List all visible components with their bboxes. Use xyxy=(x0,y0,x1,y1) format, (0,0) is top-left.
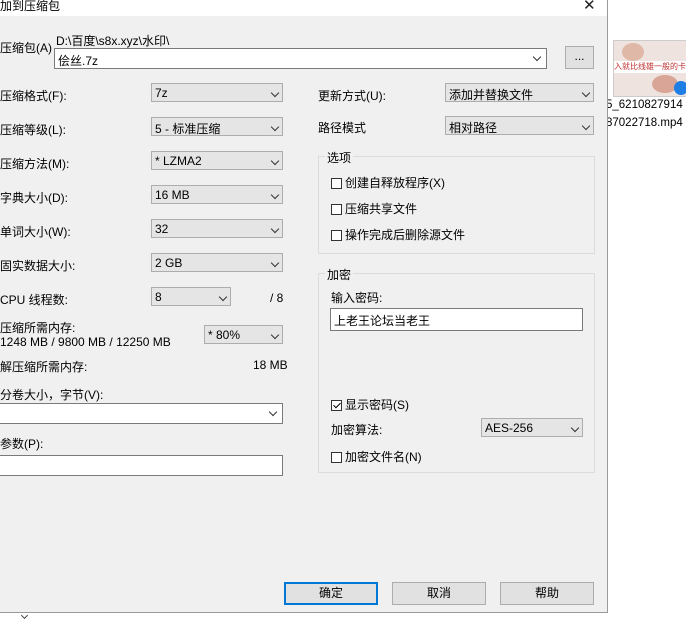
threads-select[interactable]: 8 xyxy=(151,287,231,306)
encrypt-names-label: 加密文件名(N) xyxy=(345,450,422,464)
browse-button[interactable]: ... xyxy=(565,46,594,69)
word-size-value: 32 xyxy=(155,222,169,236)
help-button[interactable]: 帮助 xyxy=(500,582,594,605)
format-select[interactable]: 7z xyxy=(151,83,283,102)
word-size-select[interactable]: 32 xyxy=(151,219,283,238)
chevron-down-icon xyxy=(270,224,280,234)
ok-button[interactable]: 确定 xyxy=(284,582,378,605)
sfx-checkbox[interactable]: 创建自释放程序(X) xyxy=(331,174,445,191)
dictionary-select[interactable]: 16 MB xyxy=(151,185,283,204)
edge-icon xyxy=(674,81,686,95)
memory-detail: 1248 MB / 9800 MB / 12250 MB xyxy=(0,335,171,349)
chevron-down-icon xyxy=(270,88,280,98)
chevron-down-icon xyxy=(20,611,29,620)
path-mode-select[interactable]: 相对路径 xyxy=(445,116,594,135)
decompress-memory-label: 解压缩所需内存: xyxy=(0,360,88,374)
add-to-archive-dialog: 加到压缩包 ✕ 压缩包(A) D:\百度\s8x.xyz\水印\ 侩丝.7z .… xyxy=(0,0,608,613)
format-label: 压缩格式(F): xyxy=(0,89,67,103)
archive-name-combo[interactable]: 侩丝.7z xyxy=(54,48,547,69)
checkbox-box[interactable] xyxy=(331,204,342,215)
chevron-down-icon xyxy=(270,122,280,132)
chevron-down-icon xyxy=(270,190,280,200)
level-label: 压缩等级(L): xyxy=(0,123,67,137)
shared-files-checkbox-label: 压缩共享文件 xyxy=(345,202,418,216)
checkbox-box[interactable] xyxy=(331,452,342,463)
password-label: 输入密码: xyxy=(331,291,383,305)
update-mode-label: 更新方式(U): xyxy=(318,89,386,103)
archive-name-value: 侩丝.7z xyxy=(58,54,99,68)
threads-max: / 8 xyxy=(270,291,284,305)
chevron-down-icon[interactable] xyxy=(532,52,542,62)
checkbox-box[interactable] xyxy=(331,230,342,241)
delete-after-checkbox-label: 操作完成后删除源文件 xyxy=(345,228,466,242)
solid-block-select[interactable]: 2 GB xyxy=(151,253,283,272)
file-name-line[interactable]: 5_6210827914 xyxy=(606,99,683,111)
window-title: 加到压缩包 xyxy=(0,0,61,13)
archive-label: 压缩包(A) xyxy=(0,41,52,55)
delete-after-checkbox[interactable]: 操作完成后删除源文件 xyxy=(331,226,465,243)
chevron-down-icon xyxy=(270,330,280,340)
dictionary-label: 字典大小(D): xyxy=(0,191,68,205)
video-thumbnail[interactable]: 入就比线雄一般的卡哥 xyxy=(613,40,686,97)
shared-files-checkbox[interactable]: 压缩共享文件 xyxy=(331,200,417,217)
cancel-button[interactable]: 取消 xyxy=(392,582,486,605)
encryption-group-title: 加密 xyxy=(325,266,354,283)
file-name-line[interactable]: 87022718.mp4 xyxy=(606,117,683,129)
chevron-down-icon xyxy=(581,88,591,98)
path-mode-value: 相对路径 xyxy=(449,121,498,135)
encryption-method-label: 加密算法: xyxy=(331,423,383,437)
chevron-down-icon xyxy=(570,423,580,433)
chevron-down-icon xyxy=(218,292,228,302)
solid-block-label: 固实数据大小: xyxy=(0,259,76,273)
encryption-method-select[interactable]: AES-256 xyxy=(481,418,583,437)
format-value: 7z xyxy=(155,86,168,100)
memory-label: 压缩所需内存: xyxy=(0,321,76,335)
params-input[interactable] xyxy=(0,455,283,476)
method-value: * LZMA2 xyxy=(155,154,202,168)
path-mode-label: 路径模式 xyxy=(318,121,367,135)
level-select[interactable]: 5 - 标准压缩 xyxy=(151,117,283,136)
memory-percent-select[interactable]: * 80% xyxy=(204,325,283,344)
solid-block-value: 2 GB xyxy=(155,256,183,270)
show-password-checkbox[interactable]: 显示密码(S) xyxy=(331,396,409,413)
threads-label: CPU 线程数: xyxy=(0,293,69,307)
method-label: 压缩方法(M): xyxy=(0,157,70,171)
sfx-checkbox-label: 创建自释放程序(X) xyxy=(345,176,445,190)
checkbox-box[interactable] xyxy=(331,178,342,189)
close-icon[interactable]: ✕ xyxy=(583,0,596,14)
decompress-memory-value: 18 MB xyxy=(253,358,288,372)
memory-percent-value: * 80% xyxy=(208,328,241,342)
chevron-down-icon xyxy=(270,156,280,166)
checkbox-box[interactable] xyxy=(331,400,342,411)
thumbnail-image-shape xyxy=(622,43,644,61)
params-label: 参数(P): xyxy=(0,437,44,451)
chevron-down-icon[interactable] xyxy=(268,407,278,417)
encryption-method-value: AES-256 xyxy=(485,421,534,435)
encrypt-names-checkbox[interactable]: 加密文件名(N) xyxy=(331,448,422,465)
dictionary-value: 16 MB xyxy=(155,188,190,202)
password-value: 上老王论坛当老王 xyxy=(334,314,431,328)
archive-path: D:\百度\s8x.xyz\水印\ xyxy=(56,34,170,48)
update-mode-value: 添加并替换文件 xyxy=(449,88,534,102)
volume-size-combo[interactable] xyxy=(0,403,283,424)
password-input[interactable]: 上老王论坛当老王 xyxy=(330,308,583,331)
level-value: 5 - 标准压缩 xyxy=(155,122,221,136)
threads-value: 8 xyxy=(155,290,162,304)
word-size-label: 单词大小(W): xyxy=(0,225,71,239)
method-select[interactable]: * LZMA2 xyxy=(151,151,283,170)
chevron-down-icon xyxy=(270,258,280,268)
chevron-down-icon xyxy=(581,121,591,131)
update-mode-select[interactable]: 添加并替换文件 xyxy=(445,83,594,102)
options-group-title: 选项 xyxy=(325,149,354,166)
show-password-label: 显示密码(S) xyxy=(345,398,409,412)
thumbnail-caption: 入就比线雄一般的卡哥 xyxy=(614,61,686,73)
title-bar: 加到压缩包 ✕ xyxy=(0,0,607,16)
volume-label: 分卷大小，字节(V): xyxy=(0,388,104,402)
